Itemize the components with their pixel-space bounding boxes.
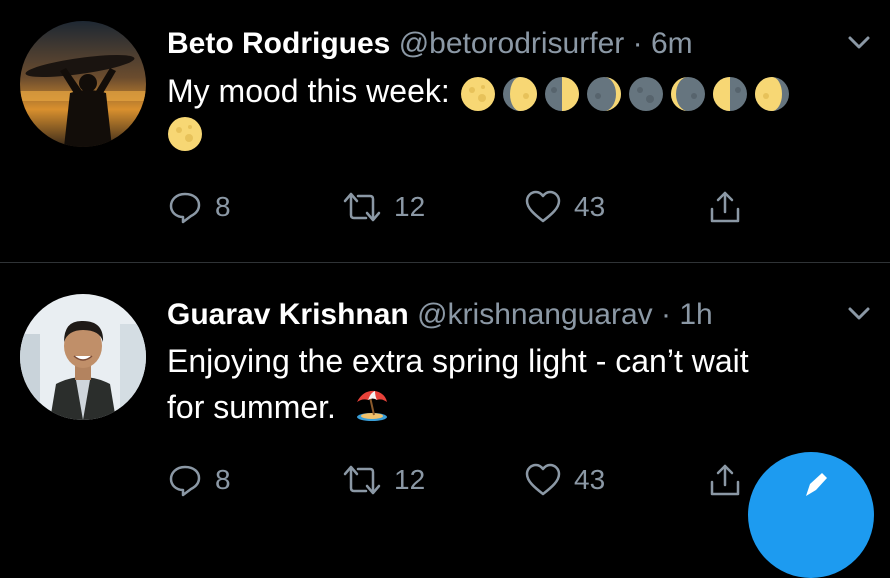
like-count: 43 bbox=[574, 191, 606, 222]
retweet-icon bbox=[343, 192, 381, 222]
first-quarter-moon-icon bbox=[544, 76, 579, 111]
separator: · bbox=[632, 27, 643, 60]
tweet-text-line: for summer. bbox=[167, 384, 867, 430]
beach-umbrella-emoji-icon bbox=[356, 390, 387, 421]
reply-button[interactable]: 8 bbox=[167, 462, 231, 498]
reply-count: 8 bbox=[215, 191, 231, 222]
tweet-header: Beto Rodrigues @betorodrisurfer · 6m bbox=[167, 26, 693, 62]
tweet[interactable]: Guarav Krishnan @krishnanguarav · 1h Enj… bbox=[0, 263, 890, 500]
tweet-text-line-content: for summer. bbox=[167, 389, 336, 425]
moon-emoji-row-continued bbox=[167, 116, 867, 164]
tweet-header: Guarav Krishnan @krishnanguarav · 1h bbox=[167, 297, 713, 333]
waxing-crescent-moon-icon bbox=[586, 76, 621, 111]
retweet-count: 12 bbox=[394, 191, 426, 222]
tweet-text-line: Enjoying the extra spring light - can’t … bbox=[167, 343, 749, 379]
tweet-text: My mood this week: bbox=[167, 68, 867, 164]
timestamp[interactable]: 6m bbox=[651, 27, 693, 60]
reply-button[interactable]: 8 bbox=[167, 189, 231, 225]
heart-icon bbox=[525, 463, 561, 496]
like-count: 43 bbox=[574, 464, 606, 495]
full-moon-icon bbox=[168, 117, 202, 151]
share-icon bbox=[710, 464, 740, 496]
full-moon-icon bbox=[460, 76, 495, 111]
avatar[interactable] bbox=[20, 21, 146, 147]
like-button[interactable]: 43 bbox=[524, 189, 605, 225]
waning-crescent-moon-icon bbox=[670, 76, 705, 111]
tweet-actions: 8 12 43 bbox=[167, 462, 767, 502]
retweet-icon bbox=[343, 465, 381, 495]
retweet-count: 12 bbox=[394, 464, 426, 495]
last-quarter-moon-icon bbox=[712, 76, 747, 111]
like-button[interactable]: 43 bbox=[524, 462, 605, 498]
tweet-text: Enjoying the extra spring light - can’t … bbox=[167, 338, 867, 430]
username[interactable]: @krishnanguarav bbox=[417, 298, 653, 331]
chevron-down-icon[interactable] bbox=[846, 301, 872, 327]
retweet-button[interactable]: 12 bbox=[342, 462, 425, 498]
share-icon bbox=[710, 191, 740, 223]
surfer-silhouette-image bbox=[20, 21, 146, 147]
avatar[interactable] bbox=[20, 294, 146, 420]
reply-count: 8 bbox=[215, 464, 231, 495]
separator: · bbox=[661, 298, 672, 331]
reply-icon bbox=[169, 465, 201, 497]
chevron-down-icon[interactable] bbox=[846, 30, 872, 56]
tweet-actions: 8 12 43 bbox=[167, 189, 767, 229]
tweet[interactable]: Beto Rodrigues @betorodrisurfer · 6m My … bbox=[0, 0, 890, 262]
waxing-gibbous-moon-icon bbox=[502, 76, 537, 111]
share-button[interactable] bbox=[707, 462, 743, 498]
waning-gibbous-moon-icon bbox=[754, 76, 789, 111]
display-name[interactable]: Beto Rodrigues bbox=[167, 27, 390, 60]
tweet-text-content: My mood this week: bbox=[167, 73, 450, 109]
new-moon-icon bbox=[628, 76, 663, 111]
reply-icon bbox=[169, 192, 201, 224]
timestamp[interactable]: 1h bbox=[679, 298, 712, 331]
compose-icon bbox=[806, 473, 827, 496]
compose-tweet-button[interactable] bbox=[748, 452, 874, 578]
display-name[interactable]: Guarav Krishnan bbox=[167, 298, 409, 331]
retweet-button[interactable]: 12 bbox=[342, 189, 425, 225]
person-photo-image bbox=[20, 294, 146, 420]
moon-emoji-row bbox=[460, 76, 790, 112]
username[interactable]: @betorodrisurfer bbox=[399, 27, 625, 60]
share-button[interactable] bbox=[707, 189, 743, 225]
heart-icon bbox=[525, 190, 561, 223]
